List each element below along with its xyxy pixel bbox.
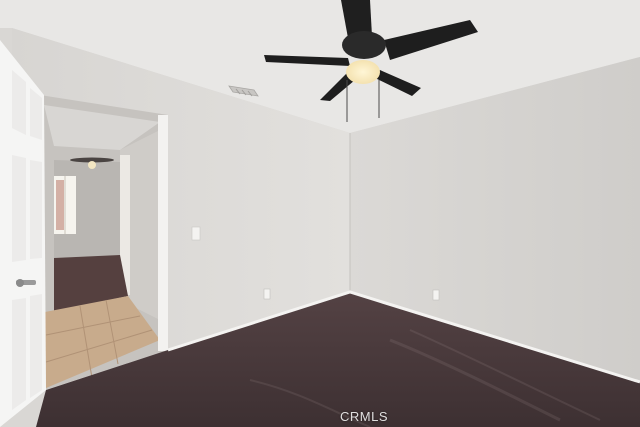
- room-photo: CRMLS: [0, 0, 640, 427]
- hallway: [40, 95, 168, 390]
- open-door: [0, 40, 46, 427]
- light-fixture: [346, 60, 380, 84]
- room-illustration: [0, 0, 640, 427]
- outlet: [263, 288, 271, 300]
- light-switch: [191, 226, 201, 241]
- hall-window: [54, 176, 76, 234]
- outlet: [432, 289, 440, 301]
- watermark: CRMLS: [339, 409, 388, 424]
